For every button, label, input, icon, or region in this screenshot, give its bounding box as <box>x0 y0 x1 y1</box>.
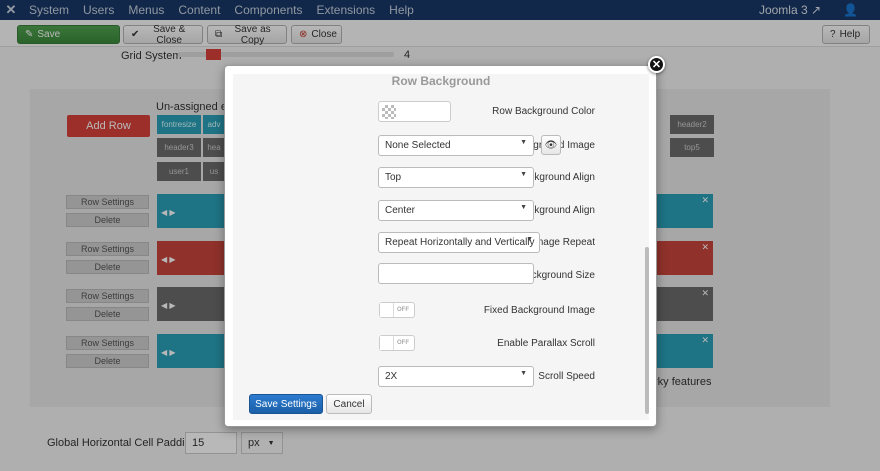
chevron-down-icon: ▼ <box>520 204 527 211</box>
chevron-down-icon: ▼ <box>520 171 527 178</box>
toggle-state: OFF <box>397 307 409 313</box>
eye-icon: 👁 <box>544 139 558 151</box>
scroll-speed-select[interactable]: 2X ▼ <box>378 366 534 387</box>
bg-image-value: None Selected <box>385 140 451 151</box>
repeat-select[interactable]: Repeat Horizontally and Vertically ▼ <box>378 232 540 253</box>
vertical-align-select[interactable]: Top ▼ <box>378 167 534 188</box>
scroll-speed-value: 2X <box>385 371 398 382</box>
cancel-button[interactable]: Cancel <box>326 394 372 414</box>
parallax-label: Enable Parallax Scroll <box>497 338 595 349</box>
repeat-value: Repeat Horizontally and Vertically <box>385 237 535 248</box>
scroll-speed-label: Scroll Speed <box>538 371 595 382</box>
bg-size-input[interactable] <box>378 263 534 284</box>
horizontal-align-select[interactable]: Center ▼ <box>378 200 534 221</box>
chevron-down-icon: ▼ <box>526 236 533 243</box>
toggle-state: OFF <box>397 340 409 346</box>
fixed-bg-label: Fixed Background Image <box>483 305 595 316</box>
bg-image-select[interactable]: None Selected ▼ <box>378 135 534 156</box>
row-bg-color-picker[interactable] <box>378 101 451 122</box>
toggle-knob <box>380 336 394 350</box>
modal-scrollbar[interactable] <box>645 247 649 414</box>
vertical-align-value: Top <box>385 172 402 183</box>
fixed-bg-toggle[interactable]: OFF <box>379 302 415 318</box>
modal-close-icon[interactable]: ✕ <box>648 56 665 73</box>
toggle-knob <box>380 303 394 317</box>
chevron-down-icon: ▼ <box>520 139 527 146</box>
horizontal-align-value: Center <box>385 205 416 216</box>
transparent-swatch-icon <box>382 105 396 119</box>
parallax-toggle[interactable]: OFF <box>379 335 415 351</box>
chevron-down-icon: ▼ <box>520 370 527 377</box>
preview-image-button[interactable]: 👁 <box>541 135 561 155</box>
row-bg-color-label: Row Background Color <box>492 106 595 117</box>
save-settings-button[interactable]: Save Settings <box>249 394 323 414</box>
modal-title: Row Background <box>391 74 491 88</box>
